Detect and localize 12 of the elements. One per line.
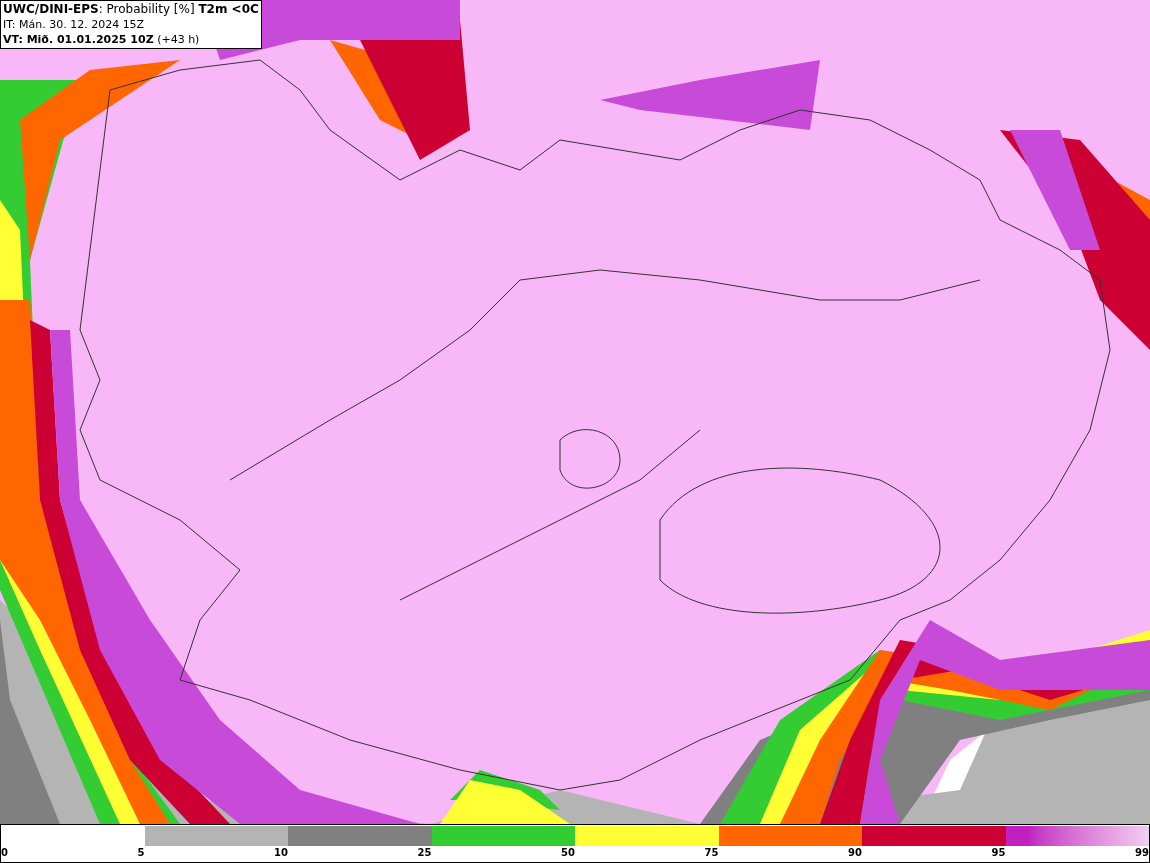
valid-time: VT: Mið. 01.01.2025 10Z (+43 h) [3, 32, 201, 47]
legend-label: 50 [561, 846, 575, 860]
map-title: UWC/DINI-EPS: Probability [%] T2m <0C [3, 2, 259, 17]
legend-label: 75 [704, 846, 719, 860]
init-time: IT: Mán. 30. 12. 2024 15Z [3, 17, 146, 32]
legend-label: 90 [848, 846, 862, 860]
legend-label: 5 [137, 846, 145, 860]
legend-label: 10 [274, 846, 288, 860]
legend-label: 25 [417, 846, 432, 860]
legend-label: 95 [991, 846, 1006, 860]
legend-label: 0 [1, 846, 8, 860]
legend-label: 99 [1135, 846, 1149, 860]
